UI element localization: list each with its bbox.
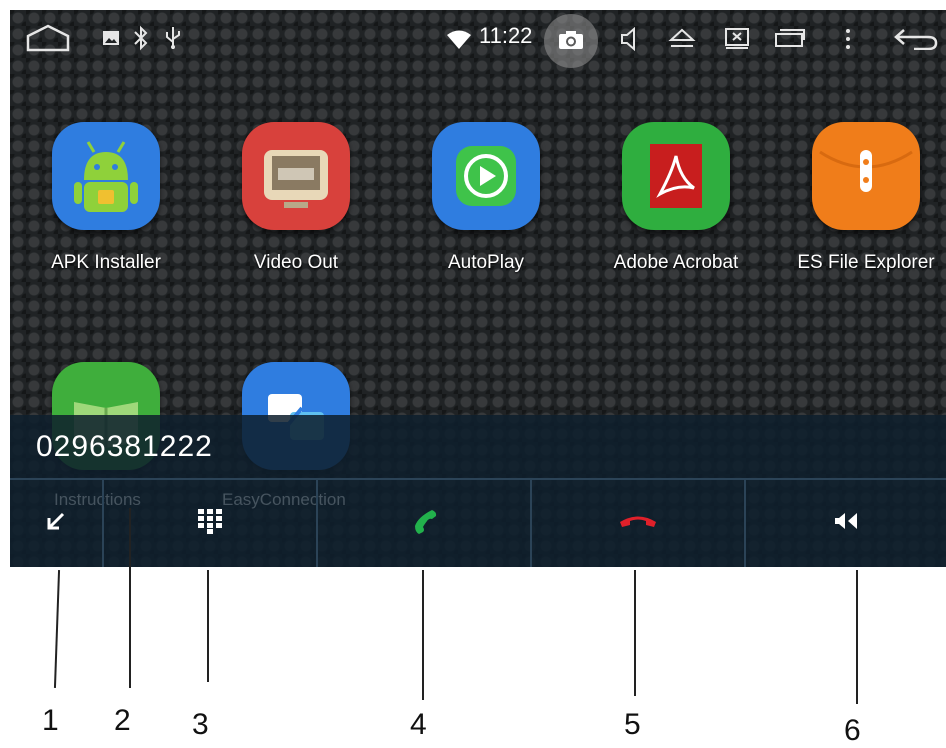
callout-line: [422, 570, 424, 700]
head-unit-screen: 11:22 APK Installer Video Out AutoPlay A…: [10, 10, 946, 567]
callout-number: 2: [114, 704, 131, 737]
callout-number: 4: [410, 708, 427, 741]
end-call-icon: [618, 513, 658, 534]
image-icon: [102, 30, 120, 46]
wifi-icon: [446, 30, 472, 50]
usb-icon: [164, 26, 182, 50]
app-label: APK Installer: [51, 252, 161, 273]
app-autoplay[interactable]: AutoPlay: [406, 122, 566, 274]
app-apk-installer[interactable]: APK Installer: [26, 122, 186, 274]
screen-icon[interactable]: [724, 27, 750, 49]
app-label: ES File Explorer: [797, 252, 935, 273]
callout-line: [207, 570, 209, 682]
phone-number: 0296381222: [36, 430, 213, 463]
back-icon[interactable]: [894, 26, 938, 50]
callout-line: [634, 570, 636, 696]
speaker-button[interactable]: [746, 480, 946, 567]
dialpad-button[interactable]: [104, 480, 316, 567]
home-outline-icon[interactable]: [26, 24, 70, 52]
app-video-out[interactable]: Video Out: [216, 122, 376, 274]
android-robot-icon: [52, 122, 160, 230]
minimize-arrow-icon: [45, 510, 67, 537]
camera-icon[interactable]: [558, 30, 584, 50]
callout-number: 5: [624, 708, 641, 741]
window-icon[interactable]: [774, 28, 806, 48]
callout-number: 3: [192, 708, 209, 741]
callout-number: 6: [844, 714, 861, 747]
clock: 11:22: [479, 23, 533, 48]
speaker-mute-icon: [833, 511, 859, 536]
answer-call-button[interactable]: [318, 480, 530, 567]
more-icon[interactable]: [844, 28, 852, 50]
folder-zip-icon: [812, 122, 920, 230]
end-call-button[interactable]: [532, 480, 744, 567]
status-bar: 11:22: [10, 10, 946, 68]
acrobat-icon: [622, 122, 730, 230]
app-adobe-acrobat[interactable]: Adobe Acrobat: [596, 122, 756, 274]
volume-icon[interactable]: [620, 27, 642, 51]
eject-icon[interactable]: [668, 27, 696, 49]
dialpad-icon: [197, 508, 223, 539]
callout-line: [856, 570, 858, 704]
app-label: Video Out: [253, 252, 339, 273]
callout-line: [53, 570, 61, 688]
callout-line: [129, 508, 131, 688]
callout-number: 1: [42, 704, 59, 737]
app-label: AutoPlay: [447, 252, 525, 273]
app-es-file-explorer[interactable]: ES File Explorer: [786, 122, 946, 274]
bluetooth-icon: [132, 25, 150, 51]
app-label: Adobe Acrobat: [613, 252, 739, 273]
tv-screen-icon: [242, 122, 350, 230]
answer-call-icon: [410, 507, 438, 540]
minimize-button[interactable]: [10, 480, 102, 567]
play-circle-icon: [432, 122, 540, 230]
